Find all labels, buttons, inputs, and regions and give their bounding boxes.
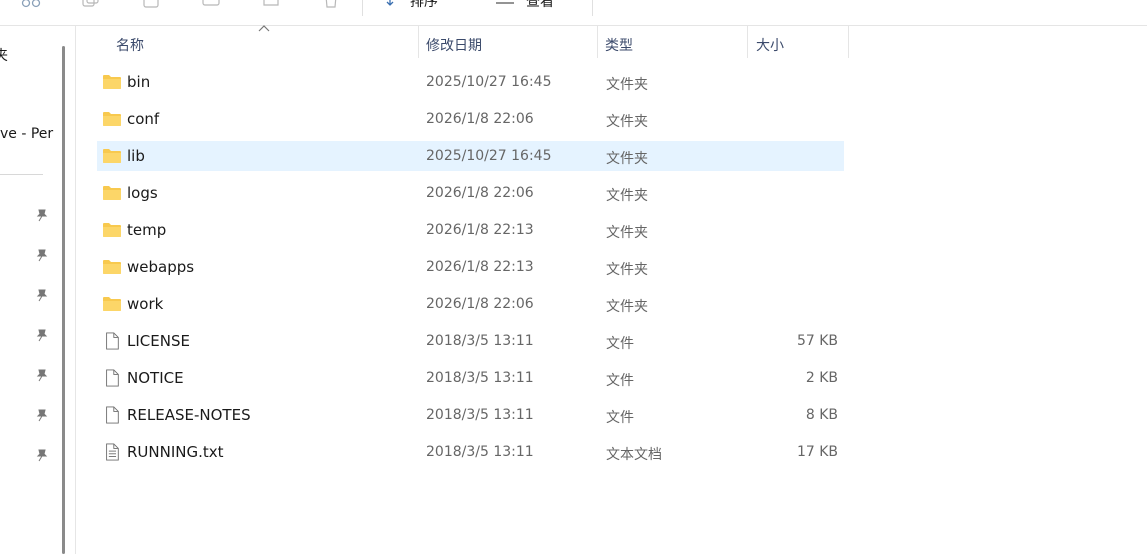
file-row[interactable]: temp 2026/1/8 22:13 文件夹 [97,215,844,245]
file-name: RELEASE-NOTES [127,406,251,424]
file-icon [102,369,122,387]
file-type: 文件夹 [606,225,648,241]
cut-icon[interactable] [21,0,41,8]
file-name: bin [127,73,151,91]
file-modified-date: 2026/1/8 22:06 [426,296,534,312]
file-name: webapps [127,258,195,276]
file-name: RUNNING.txt [127,443,224,461]
view-button[interactable]: 查看 [526,0,554,11]
pin-icon[interactable] [35,447,49,462]
file-name: logs [127,184,158,202]
file-type: 文件 [606,373,634,389]
file-type: 文件夹 [606,77,648,93]
file-row[interactable]: work 2026/1/8 22:06 文件夹 [97,289,844,319]
column-header-type[interactable]: 类型 [598,26,747,58]
file-size: 17 KB [796,444,838,460]
nav-divider [0,174,43,175]
file-size: 2 KB [805,370,838,386]
file-modified-date: 2025/10/27 16:45 [426,74,552,90]
file-size: 8 KB [805,407,838,423]
nav-scrollbar[interactable] [62,46,65,554]
file-name: work [127,295,164,313]
file-modified-date: 2026/1/8 22:06 [426,111,534,127]
toolbar-separator [362,0,363,16]
file-icon [102,406,122,424]
pin-icon[interactable] [35,207,49,222]
file-row[interactable]: RUNNING.txt 2018/3/5 13:11 文本文档 17 KB [97,437,844,467]
file-modified-date: 2018/3/5 13:11 [426,444,534,460]
folder-icon [102,110,122,128]
column-separator[interactable] [848,26,849,58]
view-icon[interactable] [494,0,514,8]
column-header-modified[interactable]: 修改日期 [419,26,597,58]
paste-icon[interactable] [141,0,159,8]
file-type: 文件夹 [606,299,648,315]
file-row[interactable]: conf 2026/1/8 22:06 文件夹 [97,104,844,134]
command-bar: 排序 查看 [0,0,1147,26]
folder-icon [102,221,122,239]
text-document-icon [102,443,122,461]
file-type: 文件 [606,336,634,352]
file-row[interactable]: RELEASE-NOTES 2018/3/5 13:11 文件 8 KB [97,400,844,430]
file-modified-date: 2026/1/8 22:13 [426,222,534,238]
file-icon [102,332,122,350]
file-name: LICENSE [127,332,190,350]
file-modified-date: 2018/3/5 13:11 [426,333,534,349]
file-name: lib [127,147,145,165]
toolbar-separator [592,0,593,16]
pin-icon[interactable] [35,407,49,422]
pin-icon[interactable] [35,327,49,342]
column-header-name[interactable]: 名称 [97,26,417,58]
file-name: NOTICE [127,369,184,387]
share-icon[interactable] [261,0,279,8]
delete-icon[interactable] [321,0,339,8]
pin-icon[interactable] [35,247,49,262]
file-row[interactable]: logs 2026/1/8 22:06 文件夹 [97,178,844,208]
file-modified-date: 2026/1/8 22:13 [426,259,534,275]
folder-icon [102,147,122,165]
pin-icon[interactable] [35,367,49,382]
sort-button[interactable]: 排序 [410,0,438,11]
folder-icon [102,184,122,202]
file-type: 文件夹 [606,114,648,130]
file-type: 文本文档 [606,447,662,463]
file-modified-date: 2025/10/27 16:45 [426,148,552,164]
column-header-size[interactable]: 大小 [748,26,848,58]
sort-icon[interactable] [386,0,404,8]
nav-item-onedrive-partial[interactable]: ve - Per [0,126,53,142]
file-type: 文件 [606,410,634,426]
folder-icon [102,258,122,276]
file-type: 文件夹 [606,188,648,204]
file-name: conf [127,110,160,128]
pin-icon[interactable] [35,287,49,302]
file-row[interactable]: NOTICE 2018/3/5 13:11 文件 2 KB [97,363,844,393]
file-row[interactable]: LICENSE 2018/3/5 13:11 文件 57 KB [97,326,844,356]
navigation-pane: 夹 ve - Per [0,26,64,554]
nav-item-partial[interactable]: 夹 [0,45,8,65]
pane-divider [75,26,76,554]
file-type: 文件夹 [606,151,648,167]
file-modified-date: 2026/1/8 22:06 [426,185,534,201]
file-modified-date: 2018/3/5 13:11 [426,370,534,386]
folder-icon [102,295,122,313]
file-size: 57 KB [796,333,838,349]
rename-icon[interactable] [201,0,220,8]
copy-icon[interactable] [81,0,99,8]
file-modified-date: 2018/3/5 13:11 [426,407,534,423]
file-row[interactable]: lib 2025/10/27 16:45 文件夹 [97,141,844,171]
file-row[interactable]: webapps 2026/1/8 22:13 文件夹 [97,252,844,282]
file-name: temp [127,221,167,239]
folder-icon [102,73,122,91]
file-type: 文件夹 [606,262,648,278]
file-row[interactable]: bin 2025/10/27 16:45 文件夹 [97,67,844,97]
